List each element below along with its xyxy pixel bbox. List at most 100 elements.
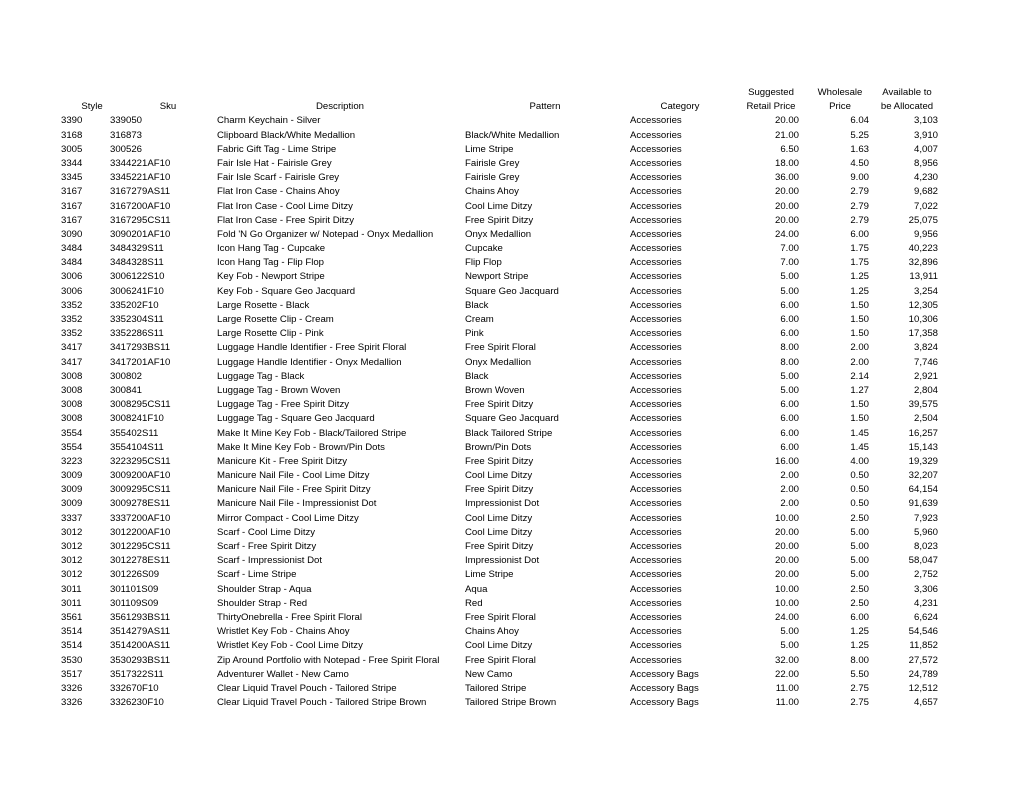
cell-description: Manicure Nail File - Cool Lime Ditzy	[217, 470, 370, 482]
cell-sku: 3167200AF10	[110, 200, 171, 212]
cell-description: Fold 'N Go Organizer w/ Notepad - Onyx M…	[217, 228, 434, 240]
cell-pattern: Black/White Medallion	[465, 129, 560, 141]
cell-category: Accessories	[630, 526, 682, 538]
cell-sku: 332670F10	[110, 682, 159, 694]
cell-suggested-retail-price: 8.00	[780, 356, 799, 368]
cell-wholesale-price: 1.50	[850, 314, 869, 325]
cell-available-to-allocate: 2,504	[913, 413, 938, 425]
cell-style: 3417	[61, 356, 83, 368]
table-row: 3326 3326230F10 Clear Liquid Travel Pouch …	[0, 696, 1020, 710]
table-row: 3417 3417293BS11 Luggage Handle Identifier…	[0, 341, 1020, 355]
cell-pattern: Free Spirit Ditzy	[465, 455, 534, 467]
cell-suggested-retail-price: 5.00	[780, 285, 799, 297]
cell-pattern: Black	[465, 370, 489, 382]
cell-available-to-allocate: 25,075	[908, 214, 938, 226]
cell-pattern: Chains Ahoy	[465, 626, 519, 638]
cell-suggested-retail-price: 11.00	[775, 682, 799, 694]
cell-category: Accessories	[630, 299, 682, 311]
cell-pattern: Impressionist Dot	[465, 555, 540, 567]
cell-description: Scarf - Lime Stripe	[217, 569, 297, 581]
cell-available-to-allocate: 7,923	[913, 512, 938, 524]
cell-wholesale-price: 4.00	[850, 455, 869, 467]
cell-wholesale-price: 5.00	[850, 555, 869, 567]
cell-style: 3012	[61, 541, 83, 552]
cell-sku: 300841	[110, 384, 143, 396]
cell-sku: 3008295CS11	[110, 399, 171, 411]
cell-suggested-retail-price: 8.00	[780, 342, 799, 354]
cell-sku: 3006241F10	[110, 285, 164, 297]
cell-available-to-allocate: 3,910	[913, 129, 938, 141]
cell-description: Scarf - Impressionist Dot	[217, 555, 323, 567]
cell-wholesale-price: 1.25	[850, 285, 869, 297]
cell-style: 3345	[61, 172, 83, 184]
header-row-top: Suggested Wholesale Available to	[0, 86, 1020, 100]
cell-pattern: Impressionist Dot	[465, 498, 540, 510]
cell-category: Accessories	[630, 172, 682, 184]
table-row: 3011 301101S09 Shoulder Strap - Aqua Aqua Ac…	[0, 583, 1020, 597]
cell-pattern: Newport Stripe	[465, 271, 529, 283]
cell-description: Fabric Gift Tag - Lime Stripe	[217, 143, 337, 155]
cell-suggested-retail-price: 5.00	[780, 370, 799, 382]
table-row: 3554 3554104S11 Make It Mine Key Fob - Bro…	[0, 441, 1020, 455]
cell-style: 3390	[61, 115, 83, 127]
cell-style: 3009	[61, 498, 83, 510]
cell-description: Flat Iron Case - Cool Lime Ditzy	[217, 200, 353, 212]
cell-pattern: Free Spirit Ditzy	[465, 214, 534, 226]
cell-wholesale-price: 4.50	[850, 157, 869, 169]
header-category: Category	[660, 101, 700, 113]
cell-category: Accessories	[630, 626, 682, 638]
cell-pattern: New Camo	[465, 668, 513, 680]
cell-style: 3008	[61, 413, 83, 425]
table-row: 3008 3008295CS11 Luggage Tag - Free Spirit…	[0, 398, 1020, 412]
cell-pattern: Pink	[465, 328, 484, 340]
cell-available-to-allocate: 4,657	[913, 697, 938, 709]
header-wholesale-line2: Price	[829, 101, 851, 113]
cell-pattern: Onyx Medallion	[465, 228, 532, 240]
table-row: 3337 3337200AF10 Mirror Compact - Cool Lim…	[0, 512, 1020, 526]
cell-description: Scarf - Free Spirit Ditzy	[217, 541, 317, 552]
cell-wholesale-price: 2.79	[850, 186, 869, 198]
cell-available-to-allocate: 2,804	[913, 384, 938, 396]
cell-sku: 3009278ES11	[110, 498, 171, 510]
cell-pattern: Black Tailored Stripe	[465, 427, 553, 439]
table-row: 3514 3514200AS11 Wristlet Key Fob - Cool L…	[0, 639, 1020, 653]
table-row: 3417 3417201AF10 Luggage Handle Identifier…	[0, 356, 1020, 370]
cell-wholesale-price: 5.00	[850, 526, 869, 538]
cell-category: Accessory Bags	[630, 697, 699, 709]
cell-suggested-retail-price: 20.00	[774, 186, 799, 198]
cell-pattern: Cool Lime Ditzy	[465, 640, 533, 652]
cell-sku: 3167279AS11	[110, 186, 171, 198]
cell-wholesale-price: 0.50	[850, 484, 869, 496]
cell-category: Accessories	[630, 186, 682, 198]
cell-pattern: Fairisle Grey	[465, 157, 520, 169]
cell-category: Accessories	[630, 129, 682, 141]
cell-description: Luggage Tag - Brown Woven	[217, 384, 341, 396]
cell-description: Flat Iron Case - Free Spirit Ditzy	[217, 214, 355, 226]
cell-suggested-retail-price: 20.00	[774, 555, 799, 567]
table-body: 3390 339050 Charm Keychain - Silver Accesso…	[0, 114, 1020, 710]
cell-description: Luggage Tag - Black	[217, 370, 305, 382]
cell-category: Accessories	[630, 314, 682, 325]
cell-available-to-allocate: 6,624	[913, 611, 938, 623]
table-row: 3530 3530293BS11 Zip Around Portfolio with…	[0, 654, 1020, 668]
cell-category: Accessories	[630, 143, 682, 155]
cell-description: Adventurer Wallet - New Camo	[217, 668, 349, 680]
cell-description: Fair Isle Scarf - Fairisle Grey	[217, 172, 340, 184]
cell-available-to-allocate: 4,231	[913, 597, 938, 609]
cell-pattern: Cool Lime Ditzy	[465, 200, 533, 212]
cell-category: Accessory Bags	[630, 682, 699, 694]
table-row: 3167 3167200AF10 Flat Iron Case - Cool Lim…	[0, 200, 1020, 214]
cell-category: Accessories	[630, 228, 682, 240]
cell-sku: 3484328S11	[110, 257, 164, 269]
table-row: 3012 3012200AF10 Scarf - Cool Lime Ditzy Co…	[0, 526, 1020, 540]
cell-style: 3554	[61, 427, 83, 439]
cell-pattern: Cupcake	[465, 243, 503, 255]
cell-style: 3009	[61, 484, 83, 496]
cell-style: 3337	[61, 512, 83, 524]
table-row: 3223 3223295CS11 Manicure Kit - Free Spiri…	[0, 455, 1020, 469]
table-row: 3484 3484328S11 Icon Hang Tag - Flip Flop F…	[0, 256, 1020, 270]
cell-pattern: Aqua	[465, 583, 488, 595]
cell-available-to-allocate: 5,960	[913, 526, 938, 538]
cell-available-to-allocate: 15,143	[908, 441, 938, 453]
cell-sku: 3352286S11	[110, 328, 164, 340]
